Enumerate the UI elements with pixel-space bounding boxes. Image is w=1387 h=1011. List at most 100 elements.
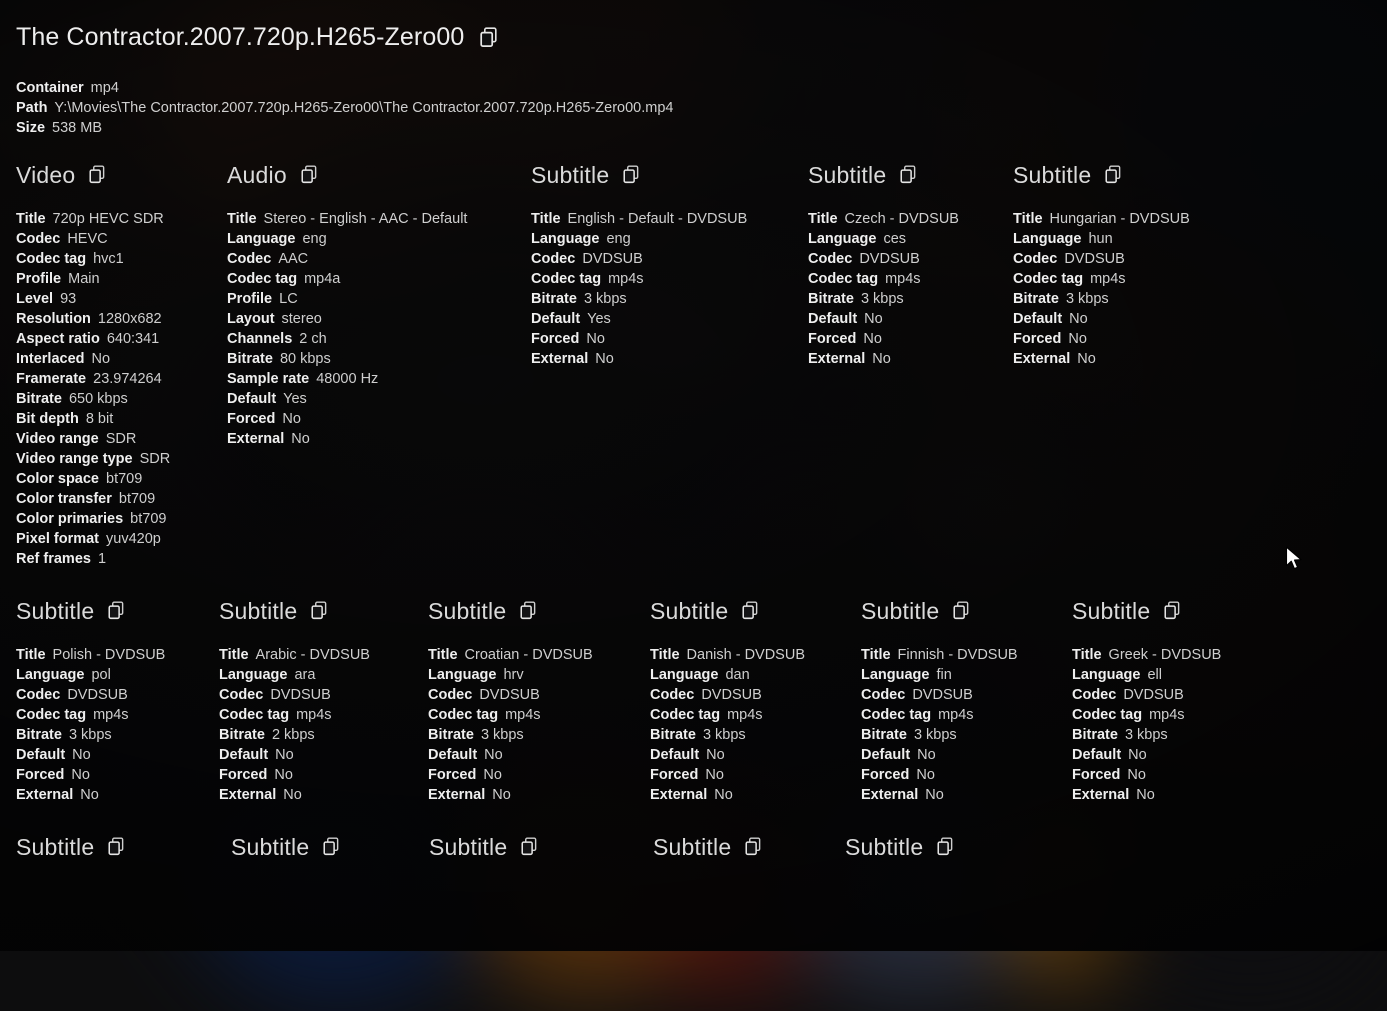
- property-value: SDR: [106, 431, 137, 447]
- copy-icon[interactable]: [521, 837, 540, 857]
- section-header: Subtitle: [808, 160, 959, 190]
- property-row: Title720p HEVC SDR: [16, 209, 170, 229]
- property-key: Video range type: [16, 451, 133, 467]
- property-value: No: [595, 351, 614, 367]
- property-value: No: [1128, 747, 1147, 763]
- property-value: mp4s: [727, 707, 762, 723]
- property-row: DefaultYes: [531, 309, 747, 329]
- section-rows: TitleStereo - English - AAC - DefaultLan…: [227, 209, 467, 449]
- section-heading: Subtitle: [1072, 598, 1150, 625]
- property-value: 3 kbps: [1125, 727, 1168, 743]
- property-row: Bitrate3 kbps: [650, 725, 805, 745]
- property-key: Language: [227, 231, 295, 247]
- copy-icon[interactable]: [900, 165, 919, 185]
- property-row: Bitrate80 kbps: [227, 349, 467, 369]
- copy-icon[interactable]: [937, 837, 956, 857]
- property-row: Aspect ratio640:341: [16, 329, 170, 349]
- property-value: 8 bit: [86, 411, 113, 427]
- property-value: No: [1068, 331, 1087, 347]
- property-value: mp4s: [93, 707, 128, 723]
- property-value: No: [92, 351, 111, 367]
- copy-icon[interactable]: [1105, 165, 1124, 185]
- copy-icon[interactable]: [1164, 601, 1183, 621]
- property-row: ProfileMain: [16, 269, 170, 289]
- property-key: Language: [808, 231, 876, 247]
- property-row: CodecHEVC: [16, 229, 170, 249]
- section-heading: Subtitle: [231, 834, 309, 861]
- property-value: No: [706, 747, 725, 763]
- property-value: No: [283, 787, 302, 803]
- stream-section-subtitle-croatian: SubtitleTitleCroatian - DVDSUBLanguagehr…: [428, 596, 593, 805]
- property-row: Codec tagmp4s: [1072, 705, 1221, 725]
- property-row: Color transferbt709: [16, 489, 170, 509]
- property-row: Bitrate3 kbps: [16, 725, 165, 745]
- property-row: Bitrate3 kbps: [428, 725, 593, 745]
- stream-section-subtitle-arabic: SubtitleTitleArabic - DVDSUBLanguagearaC…: [219, 596, 370, 805]
- property-key: Default: [227, 391, 276, 407]
- property-row: DefaultNo: [1072, 745, 1221, 765]
- copy-icon[interactable]: [953, 601, 972, 621]
- property-key: Codec tag: [861, 707, 931, 723]
- property-value: No: [71, 767, 90, 783]
- page-title: The Contractor.2007.720p.H265-Zero00: [16, 23, 500, 52]
- copy-icon[interactable]: [323, 837, 342, 857]
- copy-icon[interactable]: [108, 601, 127, 621]
- property-key: Title: [531, 211, 561, 227]
- property-key: Title: [16, 647, 46, 663]
- page-title-text: The Contractor.2007.720p.H265-Zero00: [16, 23, 464, 52]
- property-value: pol: [91, 667, 110, 683]
- property-value: 3 kbps: [703, 727, 746, 743]
- property-row: TitleCroatian - DVDSUB: [428, 645, 593, 665]
- section-header: Audio: [227, 160, 467, 190]
- section-header: Video: [16, 160, 170, 190]
- section-rows: TitleFinnish - DVDSUBLanguagefinCodecDVD…: [861, 645, 1018, 805]
- copy-icon[interactable]: [108, 837, 127, 857]
- property-row: Bitrate3 kbps: [861, 725, 1018, 745]
- copy-icon[interactable]: [311, 601, 330, 621]
- property-row: ForcedNo: [861, 765, 1018, 785]
- property-value: 720p HEVC SDR: [53, 211, 164, 227]
- property-row: Bitrate2 kbps: [219, 725, 370, 745]
- copy-icon[interactable]: [520, 601, 539, 621]
- copy-icon[interactable]: [745, 837, 764, 857]
- section-rows: TitleHungarian - DVDSUBLanguagehunCodecD…: [1013, 209, 1190, 369]
- property-value: No: [1077, 351, 1096, 367]
- copy-icon[interactable]: [742, 601, 761, 621]
- property-row: Pixel formatyuv420p: [16, 529, 170, 549]
- property-key: Title: [1013, 211, 1043, 227]
- stream-section-video: VideoTitle720p HEVC SDRCodecHEVCCodec ta…: [16, 160, 170, 569]
- copy-icon[interactable]: [301, 165, 320, 185]
- property-row: Ref frames1: [16, 549, 170, 569]
- property-value: DVDSUB: [1064, 251, 1124, 267]
- property-value: dan: [725, 667, 749, 683]
- property-value: mp4s: [938, 707, 973, 723]
- property-row: DefaultNo: [16, 745, 165, 765]
- property-value: No: [714, 787, 733, 803]
- stream-section-subtitle-hungarian: SubtitleTitleHungarian - DVDSUBLanguageh…: [1013, 160, 1190, 369]
- property-value: LC: [279, 291, 298, 307]
- stream-section-subtitle-polish: SubtitleTitlePolish - DVDSUBLanguagepolC…: [16, 596, 165, 805]
- property-key: Color space: [16, 471, 99, 487]
- section-rows: TitleGreek - DVDSUBLanguageellCodecDVDSU…: [1072, 645, 1221, 805]
- section-heading: Subtitle: [429, 834, 507, 861]
- copy-icon[interactable]: [623, 165, 642, 185]
- property-value: No: [1136, 787, 1155, 803]
- property-key: Language: [16, 667, 84, 683]
- property-value: bt709: [119, 491, 155, 507]
- property-row: CodecDVDSUB: [219, 685, 370, 705]
- property-value: AAC: [278, 251, 308, 267]
- copy-icon[interactable]: [480, 27, 500, 48]
- property-key: Video range: [16, 431, 99, 447]
- property-key: Level: [16, 291, 53, 307]
- property-key: Codec tag: [531, 271, 601, 287]
- property-value: No: [484, 747, 503, 763]
- property-value: hrv: [503, 667, 523, 683]
- property-row: ProfileLC: [227, 289, 467, 309]
- property-value: Finnish - DVDSUB: [898, 647, 1018, 663]
- property-key: Sample rate: [227, 371, 309, 387]
- property-key: Codec tag: [428, 707, 498, 723]
- copy-icon[interactable]: [89, 165, 108, 185]
- property-value: DVDSUB: [582, 251, 642, 267]
- property-row: TitleGreek - DVDSUB: [1072, 645, 1221, 665]
- property-key: Title: [861, 647, 891, 663]
